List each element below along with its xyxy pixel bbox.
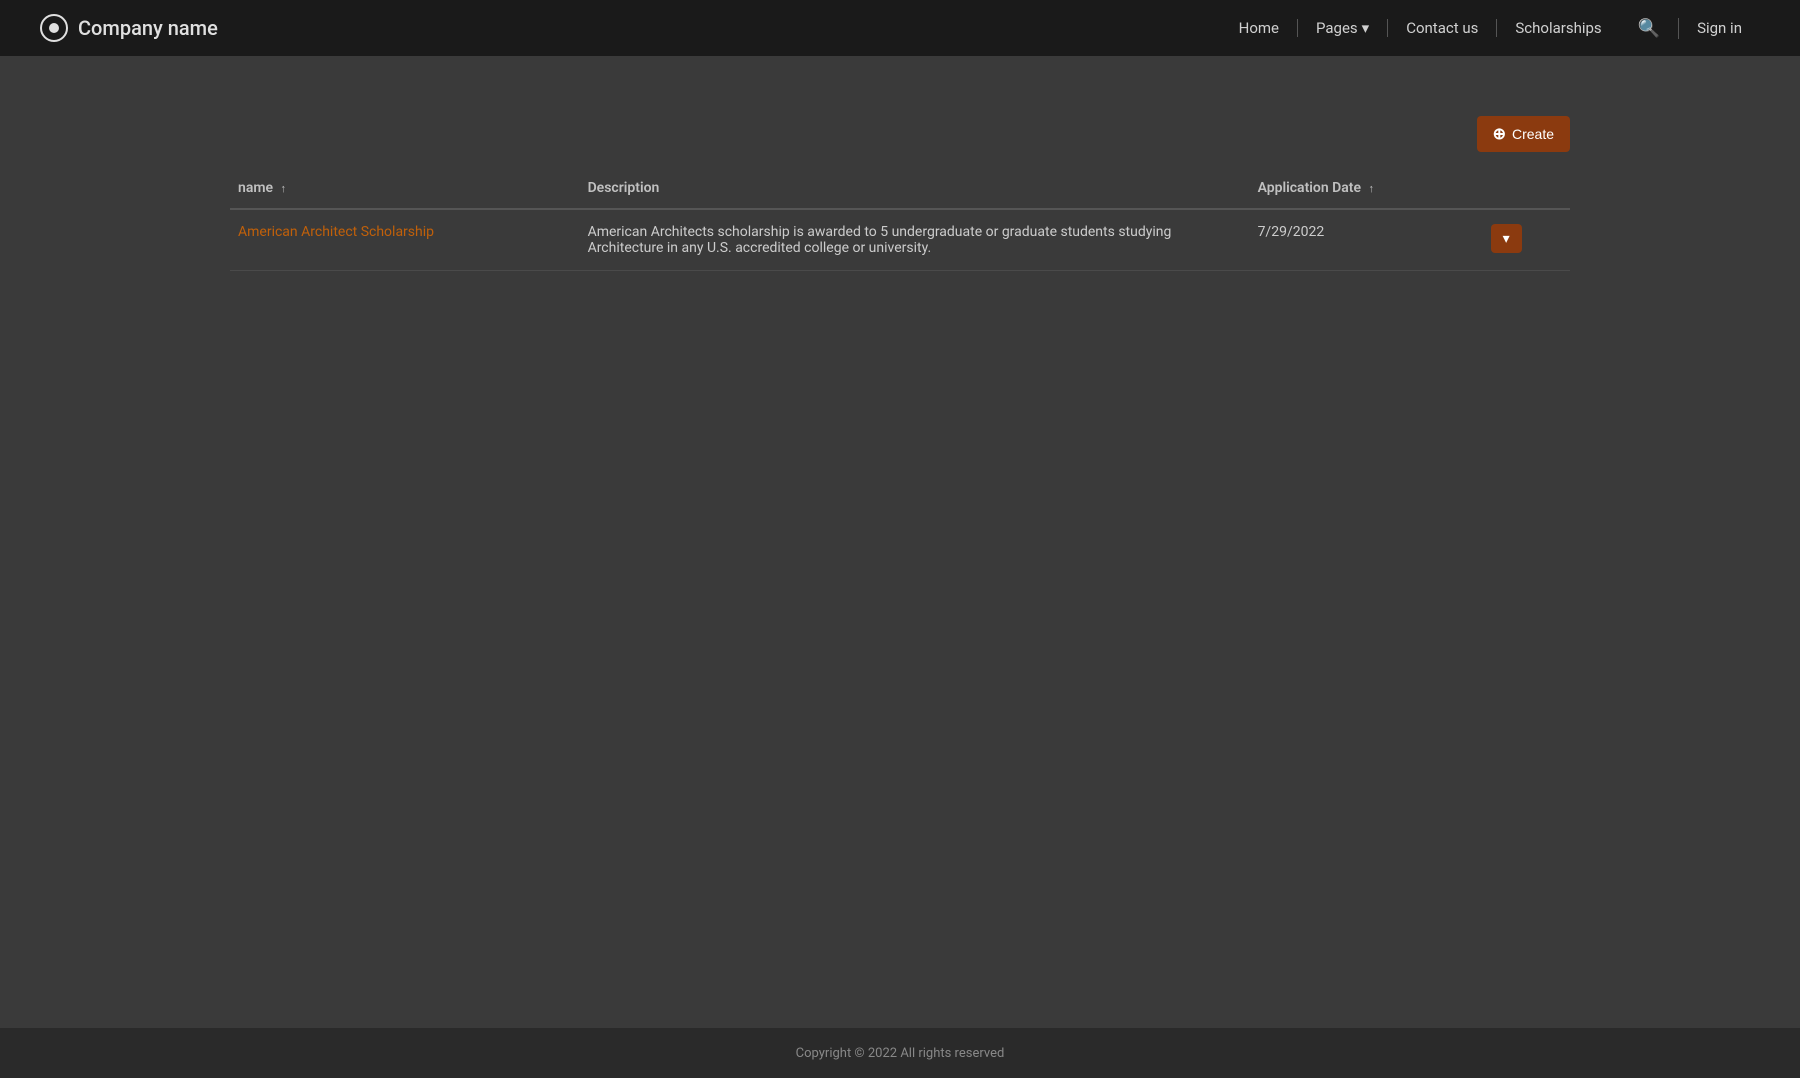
table-container: ⊕ Create name ↑ Description Application … [230, 116, 1570, 271]
copyright-text: Copyright © 2022 All rights reserved [796, 1046, 1005, 1061]
nav-link-scholarships[interactable]: Scholarships [1497, 19, 1619, 37]
col-header-name[interactable]: name ↑ [230, 168, 580, 209]
brand-name: Company name [78, 16, 218, 40]
signin-button[interactable]: Sign in [1679, 19, 1760, 37]
create-button[interactable]: ⊕ Create [1477, 116, 1570, 152]
brand[interactable]: Company name [40, 14, 218, 42]
plus-icon: ⊕ [1493, 124, 1506, 144]
chevron-down-icon: ▾ [1362, 19, 1370, 37]
cell-scholarship-date: 7/29/2022 [1250, 209, 1483, 271]
nav-link-pages[interactable]: Pages ▾ [1298, 19, 1388, 37]
navbar: Company name Home Pages ▾ Contact us Sch… [0, 0, 1800, 56]
table-header-row: name ↑ Description Application Date ↑ [230, 168, 1570, 209]
brand-icon [40, 14, 68, 42]
table-row: American Architect Scholarship American … [230, 209, 1570, 271]
main-content: ⊕ Create name ↑ Description Application … [0, 56, 1800, 1028]
sort-icon-date: ↑ [1369, 182, 1375, 195]
footer: Copyright © 2022 All rights reserved [0, 1028, 1800, 1078]
col-header-action [1483, 168, 1570, 209]
chevron-down-icon: ▾ [1503, 230, 1510, 247]
search-icon[interactable]: 🔍 [1620, 18, 1679, 39]
col-header-date[interactable]: Application Date ↑ [1250, 168, 1483, 209]
nav-link-home[interactable]: Home [1221, 19, 1298, 37]
table-toolbar: ⊕ Create [230, 116, 1570, 152]
cell-scholarship-description: American Architects scholarship is award… [580, 209, 1250, 271]
nav-link-contact[interactable]: Contact us [1388, 19, 1497, 37]
col-header-description: Description [580, 168, 1250, 209]
cell-scholarship-name[interactable]: American Architect Scholarship [230, 209, 580, 271]
nav-links: Home Pages ▾ Contact us Scholarships 🔍 S… [1221, 18, 1760, 39]
scholarships-table: name ↑ Description Application Date ↑ Am… [230, 168, 1570, 271]
row-action-dropdown-button[interactable]: ▾ [1491, 224, 1522, 253]
sort-icon-name: ↑ [281, 182, 287, 195]
cell-action: ▾ [1483, 209, 1570, 271]
